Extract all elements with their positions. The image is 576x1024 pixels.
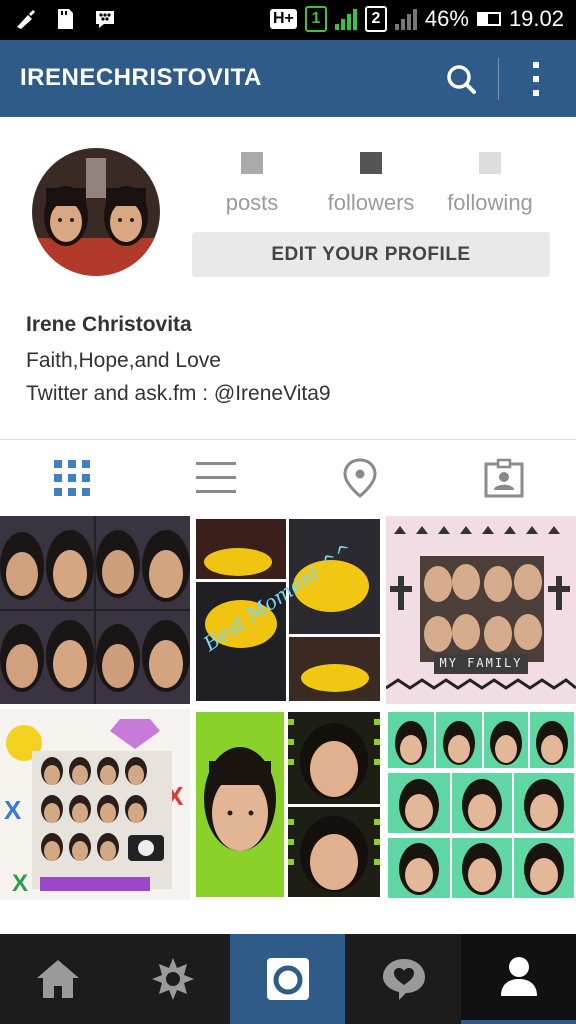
sim1-indicator: 1: [304, 6, 327, 32]
grid-view-icon: [54, 460, 90, 496]
list-view-icon: [196, 462, 236, 493]
app-bar: IRENECHRISTOVITA: [0, 40, 576, 117]
followers-label: followers: [327, 190, 415, 215]
photo-thumbnail[interactable]: [386, 709, 576, 900]
app-bar-divider: [498, 58, 499, 100]
sd-card-icon: [58, 9, 73, 29]
followers-count-placeholder: [360, 152, 382, 174]
bio-line-1: Faith,Hope,and Love: [26, 349, 221, 372]
home-icon: [36, 960, 79, 998]
profile-view-tabs: [0, 440, 576, 516]
photo-thumbnail[interactable]: [193, 709, 383, 900]
more-vertical-icon[interactable]: [524, 58, 548, 100]
photo-selfie-collage: [0, 516, 190, 704]
photo-thumbnail[interactable]: Best Moment ^^: [193, 516, 383, 704]
edit-profile-button[interactable]: EDIT YOUR PROFILE: [192, 232, 550, 277]
tab-grid[interactable]: [0, 440, 144, 516]
battery-icon: [476, 12, 501, 26]
activity-heart-icon: [382, 959, 425, 1000]
nav-home[interactable]: [0, 934, 115, 1024]
following-stat[interactable]: following: [430, 152, 550, 216]
nav-camera[interactable]: [230, 934, 345, 1024]
following-count-placeholder: [479, 152, 501, 174]
posts-label: posts: [225, 190, 279, 215]
avatar-photo: [32, 148, 160, 276]
posts-count-placeholder: [241, 152, 263, 174]
nav-explore[interactable]: [115, 934, 230, 1024]
bottom-navigation: [0, 934, 576, 1024]
profile-username-title: IRENECHRISTOVITA: [20, 64, 262, 91]
profile-icon: [500, 957, 537, 996]
photo-thumbnail[interactable]: [0, 516, 190, 704]
location-pin-icon: [343, 458, 377, 498]
photo-thumbnail[interactable]: MY FAMILY: [386, 516, 576, 704]
svg-text:X: X: [12, 870, 28, 897]
nav-profile[interactable]: [461, 934, 576, 1024]
avatar[interactable]: [32, 148, 160, 276]
search-icon[interactable]: [444, 62, 478, 96]
clock: 19.02: [508, 6, 564, 31]
nav-activity[interactable]: [346, 934, 461, 1024]
profile-full-name: Irene Christovita: [26, 313, 192, 336]
posts-stat[interactable]: posts: [192, 152, 312, 216]
tab-map[interactable]: [288, 440, 432, 516]
tagged-photos-icon: [484, 458, 524, 498]
camera-icon: [266, 958, 309, 1000]
photo-grid: Best Moment ^^ MY FAMILY X X X: [0, 516, 576, 900]
tab-list[interactable]: [144, 440, 288, 516]
followers-stat[interactable]: followers: [311, 152, 431, 216]
photo-selfie-grid-green: [386, 709, 576, 900]
bio-line-2[interactable]: Twitter and ask.fm : @IreneVita9: [26, 382, 331, 406]
photo-family-collage: [386, 516, 576, 704]
signal-strength-sim1: [334, 8, 357, 30]
photo-filmstrip-selfies: [193, 709, 383, 900]
network-type: H+: [269, 9, 297, 29]
signal-strength-sim2: [394, 8, 417, 30]
tab-tagged[interactable]: [432, 440, 576, 516]
status-bar: H+ 1 2 46% 19.02: [0, 0, 576, 40]
battery-percent: 46%: [424, 6, 469, 31]
photo-thumbnail[interactable]: X X X: [0, 709, 190, 900]
following-label: following: [447, 190, 533, 215]
photo-xgirl-collage: X X X: [0, 709, 190, 900]
photo-caption: MY FAMILY: [439, 656, 523, 670]
cleaner-icon: [17, 10, 35, 29]
bbm-icon: [96, 11, 114, 28]
sim2-indicator: 2: [364, 6, 387, 32]
explore-icon: [151, 958, 194, 1000]
svg-text:X: X: [4, 795, 22, 825]
